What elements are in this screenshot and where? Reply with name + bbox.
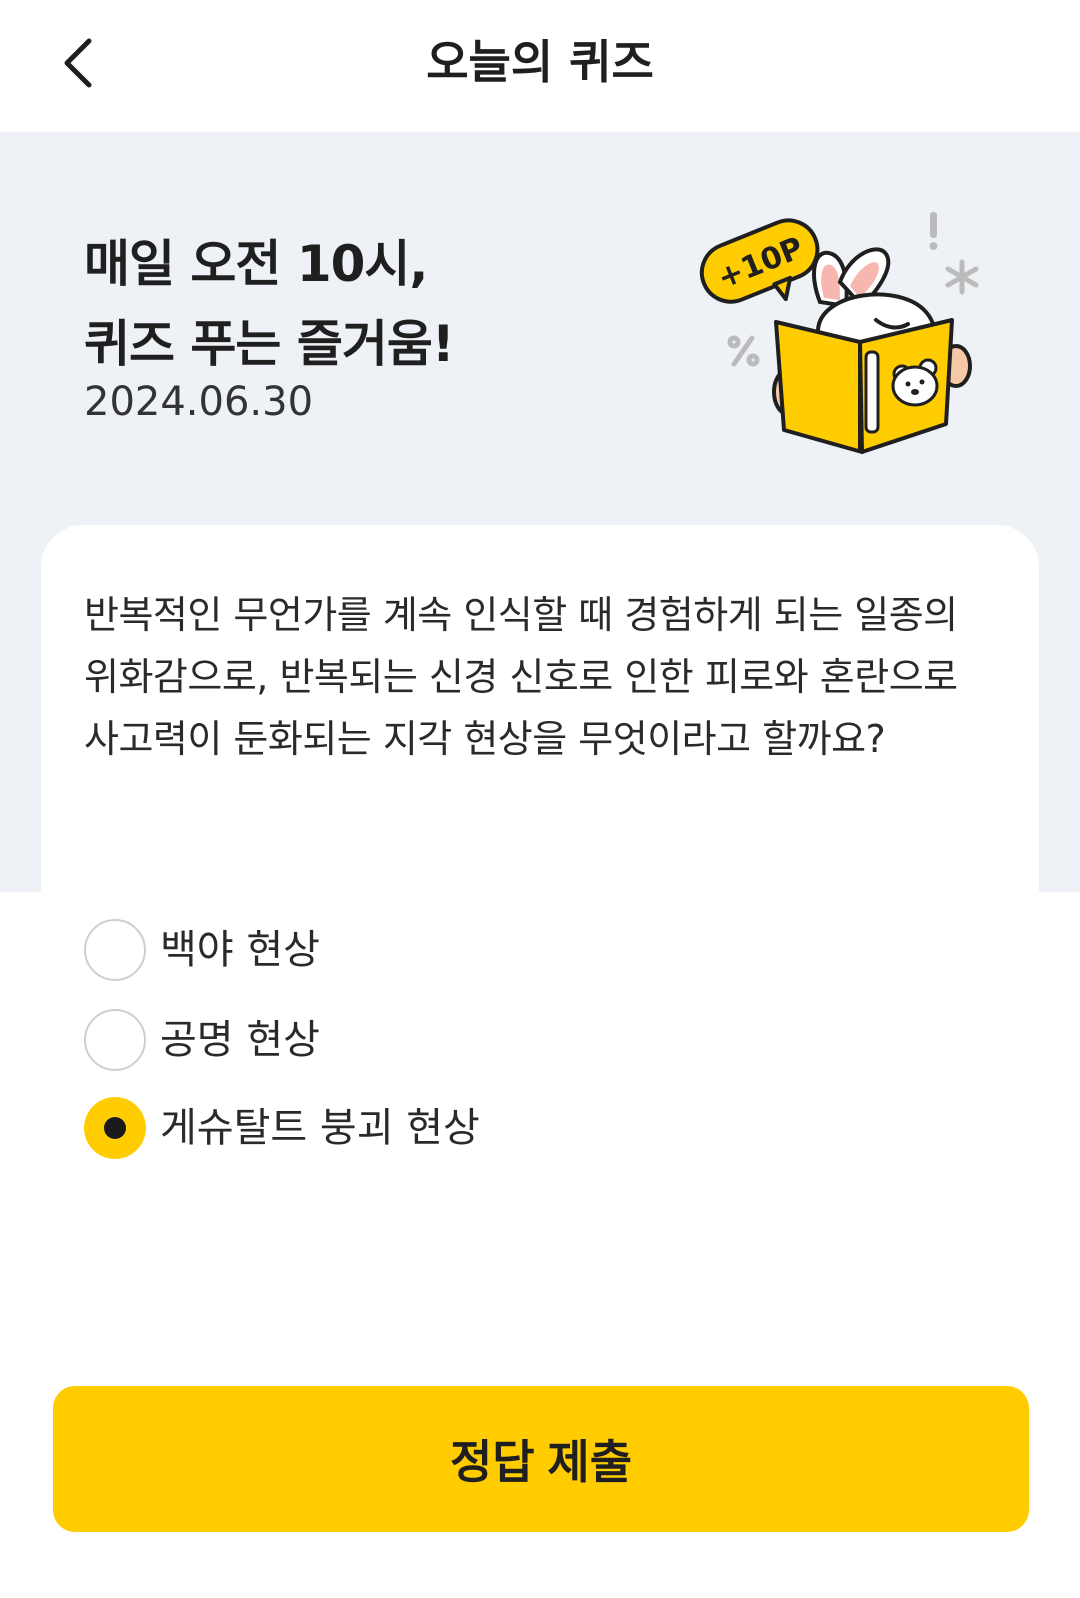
- page-title: 오늘의 퀴즈: [426, 35, 654, 89]
- app-header: 오늘의 퀴즈: [0, 0, 1080, 132]
- hero-title: 매일 오전 10시, 퀴즈 푸는 즐거움!: [84, 224, 455, 384]
- hero-title-line2: 퀴즈 푸는 즐거움!: [84, 315, 455, 373]
- option-3[interactable]: 게슈탈트 붕괴 현상: [84, 1096, 684, 1160]
- hero-title-line1: 매일 오전 10시,: [84, 235, 428, 293]
- option-1[interactable]: 백야 현상: [84, 918, 684, 982]
- quiz-date: 2024.06.30: [84, 379, 314, 425]
- radio-button-2[interactable]: [84, 1009, 146, 1071]
- submit-answer-button[interactable]: 정답 제출: [53, 1386, 1029, 1532]
- rabbit-reading-book-illustration: +10P: [699, 212, 979, 454]
- radio-button-3[interactable]: [84, 1097, 146, 1159]
- option-label-1: 백야 현상: [160, 927, 320, 973]
- option-label-2: 공명 현상: [160, 1017, 320, 1063]
- option-label-3: 게슈탈트 붕괴 현상: [160, 1105, 480, 1151]
- question-text: 반복적인 무언가를 계속 인식할 때 경험하게 되는 일종의 위화감으로, 반복…: [84, 593, 958, 761]
- radio-button-1[interactable]: [84, 919, 146, 981]
- option-2[interactable]: 공명 현상: [84, 1008, 684, 1072]
